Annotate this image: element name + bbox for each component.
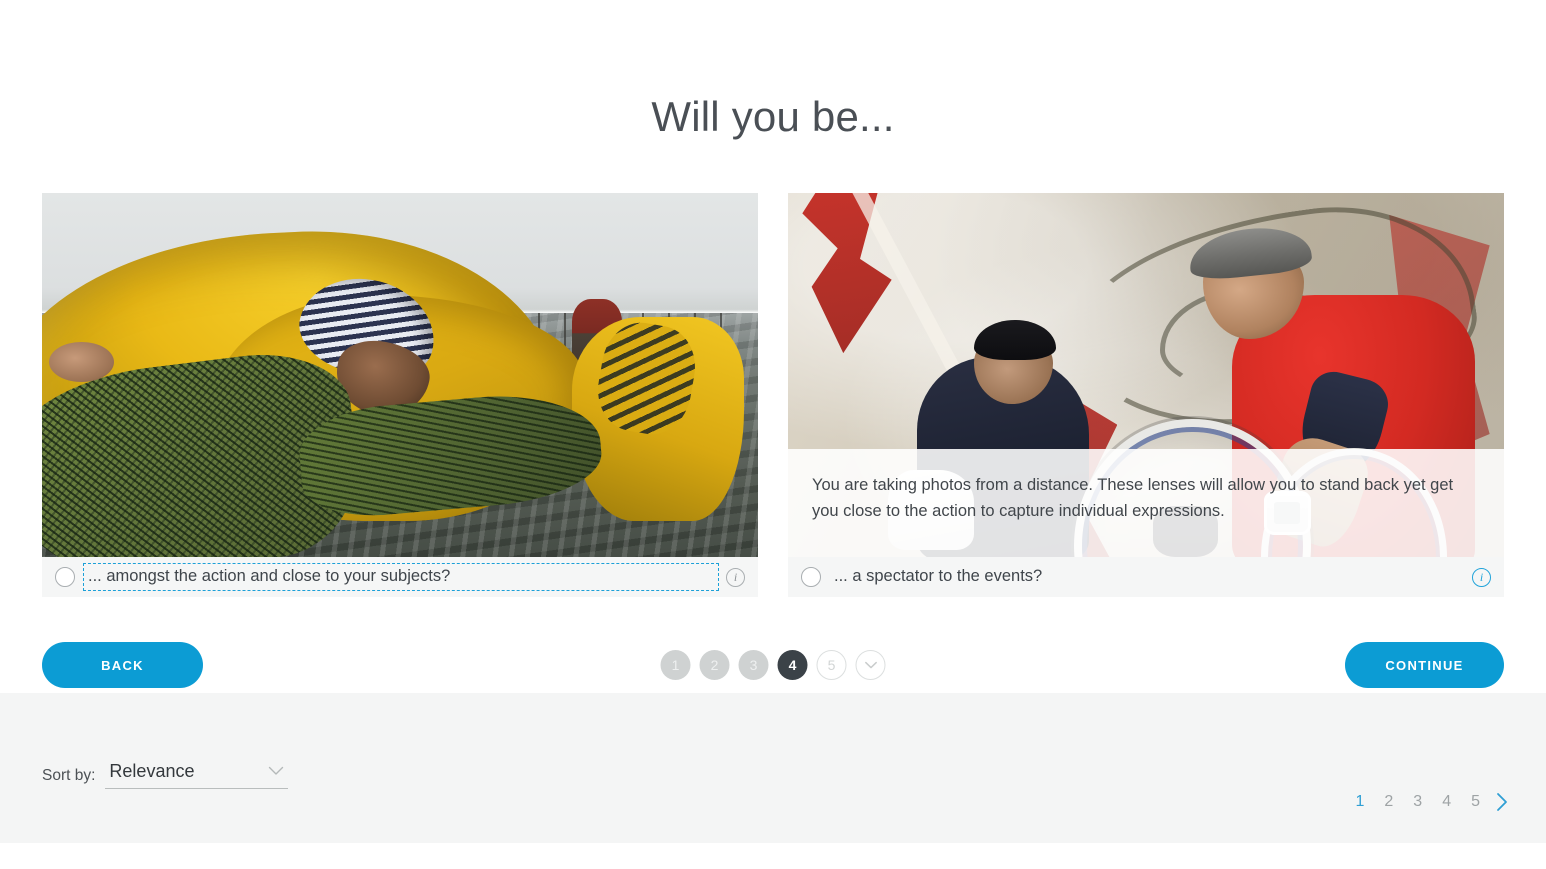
- step-2[interactable]: 2: [699, 650, 730, 680]
- page-1[interactable]: 1: [1345, 789, 1374, 815]
- step-3[interactable]: 3: [738, 650, 769, 680]
- info-tooltip-text: You are taking photos from a distance. T…: [812, 476, 1454, 520]
- radio-button-close-to-action[interactable]: [55, 567, 75, 587]
- step-1[interactable]: 1: [660, 650, 691, 680]
- option-footer[interactable]: ... amongst the action and close to your…: [42, 557, 758, 597]
- option-label-close-to-action[interactable]: ... amongst the action and close to your…: [83, 563, 719, 591]
- chevron-right-icon[interactable]: [1490, 791, 1516, 813]
- sort-by-value: Relevance: [109, 761, 195, 781]
- info-icon[interactable]: i: [726, 567, 745, 587]
- results-toolbar: Sort by: Relevance 1 2 3 4 5: [0, 693, 1546, 843]
- page-5[interactable]: 5: [1461, 789, 1490, 815]
- info-tooltip: You are taking photos from a distance. T…: [788, 449, 1504, 557]
- sort-control: Sort by: Relevance: [42, 761, 289, 789]
- back-button[interactable]: BACK: [42, 642, 203, 688]
- page-4[interactable]: 4: [1432, 789, 1461, 815]
- step-indicator: 1 2 3 4 5: [660, 650, 886, 680]
- page-3[interactable]: 3: [1403, 789, 1432, 815]
- info-icon[interactable]: i: [1472, 567, 1491, 587]
- step-4[interactable]: 4: [777, 650, 808, 680]
- cyclists-at-graffiti-wall-photo: You are taking photos from a distance. T…: [788, 193, 1504, 557]
- step-5[interactable]: 5: [816, 650, 847, 680]
- continue-button[interactable]: CONTINUE: [1345, 642, 1504, 688]
- page-2[interactable]: 2: [1374, 789, 1403, 815]
- page-title: Will you be...: [651, 93, 895, 140]
- option-card-close-to-action[interactable]: ... amongst the action and close to your…: [42, 193, 758, 597]
- sort-by-label: Sort by:: [42, 767, 96, 784]
- option-footer[interactable]: ... a spectator to the events? i: [788, 557, 1504, 597]
- wizard-navigation: BACK 1 2 3 4 5 CONTINUE: [0, 642, 1546, 688]
- fisherman-hauling-nets-photo: [42, 193, 758, 557]
- option-label-spectator[interactable]: ... a spectator to the events?: [830, 564, 1464, 590]
- chevron-down-icon[interactable]: [855, 650, 886, 680]
- option-cards-container: ... amongst the action and close to your…: [0, 193, 1546, 597]
- pagination: 1 2 3 4 5: [1345, 789, 1516, 815]
- chevron-down-icon: [268, 763, 284, 781]
- photo-hand: [49, 342, 114, 383]
- sort-by-select[interactable]: Relevance: [105, 761, 289, 789]
- radio-button-spectator[interactable]: [801, 567, 821, 587]
- photo-sky: [42, 193, 758, 557]
- option-card-spectator[interactable]: You are taking photos from a distance. T…: [788, 193, 1504, 597]
